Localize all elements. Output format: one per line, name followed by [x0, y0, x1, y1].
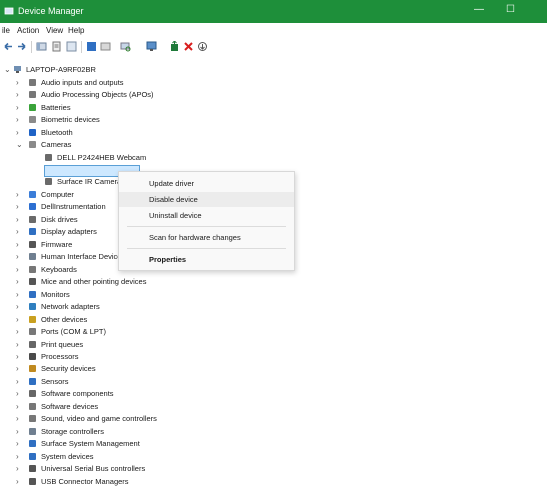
chevron-right-icon[interactable]: ›	[16, 315, 19, 324]
chevron-down-icon[interactable]: ⌄	[16, 140, 23, 149]
computer-icon	[29, 191, 36, 198]
scan-hardware-icon[interactable]	[120, 41, 131, 52]
toolbar-divider	[31, 41, 32, 53]
chevron-right-icon[interactable]: ›	[16, 340, 19, 349]
software-icon	[29, 402, 36, 410]
usb-icon	[29, 477, 36, 485]
menu-item-properties[interactable]: Properties	[119, 252, 294, 267]
chevron-right-icon[interactable]: ›	[16, 265, 19, 274]
dell-icon	[29, 203, 36, 211]
chevron-right-icon[interactable]: ›	[16, 128, 19, 137]
port-icon	[29, 328, 36, 335]
window-title: Device Manager	[18, 6, 84, 16]
system-icon	[29, 452, 36, 460]
menu-item-disable-device[interactable]: Disable device	[119, 192, 294, 207]
action-pane-icon[interactable]	[86, 41, 97, 52]
chevron-right-icon[interactable]: ›	[16, 190, 19, 199]
monitor-icon	[29, 290, 36, 298]
speaker-icon	[29, 415, 36, 423]
chevron-right-icon[interactable]: ›	[16, 427, 19, 436]
forward-icon[interactable]	[16, 41, 27, 52]
context-menu: Update driver Disable device Uninstall d…	[118, 171, 295, 271]
chevron-right-icon[interactable]: ›	[16, 452, 19, 461]
chevron-right-icon[interactable]: ›	[16, 327, 19, 336]
disk-icon	[29, 215, 36, 223]
webcam-icon	[45, 178, 52, 186]
minimize-button[interactable]: —	[474, 4, 484, 15]
menu-item-uninstall-device[interactable]: Uninstall device	[119, 208, 294, 223]
menu-bar: ile Action View Help	[0, 24, 547, 38]
chevron-right-icon[interactable]: ›	[16, 202, 19, 211]
chevron-right-icon[interactable]: ›	[16, 389, 19, 398]
device-manager-icon	[4, 7, 14, 15]
enable-device-icon[interactable]	[197, 41, 208, 52]
uninstall-device-icon[interactable]	[183, 41, 194, 52]
chevron-right-icon[interactable]: ›	[16, 215, 19, 224]
chevron-right-icon[interactable]: ›	[16, 277, 19, 286]
menu-help[interactable]: Help	[68, 26, 84, 35]
chevron-right-icon[interactable]: ›	[16, 364, 19, 373]
security-icon	[29, 365, 36, 373]
properties-icon[interactable]	[51, 41, 62, 52]
fingerprint-icon	[29, 116, 36, 124]
printer-icon	[29, 340, 36, 348]
computer-icon	[14, 66, 21, 73]
chevron-right-icon[interactable]: ›	[16, 439, 19, 448]
component-icon	[29, 390, 36, 398]
keyboard-icon	[29, 265, 36, 273]
bluetooth-icon	[29, 128, 36, 136]
camera-icon	[29, 141, 36, 148]
sensor-icon	[29, 378, 36, 385]
display-device-icon[interactable]	[146, 41, 157, 52]
chevron-right-icon[interactable]: ›	[16, 115, 19, 124]
chevron-right-icon[interactable]: ›	[16, 90, 19, 99]
maximize-button[interactable]: ☐	[506, 4, 515, 15]
chevron-right-icon[interactable]: ›	[16, 78, 19, 87]
menu-item-update-driver[interactable]: Update driver	[119, 176, 294, 191]
chevron-right-icon[interactable]: ›	[16, 240, 19, 249]
help-icon[interactable]	[66, 41, 77, 52]
network-icon	[29, 303, 36, 311]
chevron-right-icon[interactable]: ›	[16, 414, 19, 423]
mouse-icon	[29, 278, 36, 286]
device-list-icon[interactable]	[100, 41, 111, 52]
processor-icon	[29, 353, 36, 360]
chevron-right-icon[interactable]: ›	[16, 290, 19, 299]
firmware-icon	[29, 240, 36, 248]
back-icon[interactable]	[3, 41, 14, 52]
update-driver-icon[interactable]	[169, 41, 180, 52]
chevron-right-icon[interactable]: ›	[16, 103, 19, 112]
chevron-right-icon[interactable]: ›	[16, 477, 19, 486]
usb-icon	[29, 465, 36, 473]
chevron-down-icon[interactable]: ⌄	[4, 65, 11, 74]
title-bar: Device Manager — ☐	[0, 0, 547, 23]
menu-divider	[127, 226, 286, 227]
speaker-icon	[29, 78, 36, 86]
surface-icon	[29, 440, 36, 448]
chevron-right-icon[interactable]: ›	[16, 464, 19, 473]
menu-view[interactable]: View	[46, 26, 63, 35]
hid-icon	[29, 253, 36, 261]
unknown-device-icon	[29, 315, 36, 323]
show-hide-console-tree-icon[interactable]	[36, 41, 47, 52]
menu-action[interactable]: Action	[17, 26, 39, 35]
menu-divider	[127, 248, 286, 249]
chevron-right-icon[interactable]: ›	[16, 402, 19, 411]
chevron-right-icon[interactable]: ›	[16, 252, 19, 261]
chevron-right-icon[interactable]: ›	[16, 302, 19, 311]
toolbar	[0, 38, 547, 56]
chevron-right-icon[interactable]: ›	[16, 352, 19, 361]
chevron-right-icon[interactable]: ›	[16, 377, 19, 386]
menu-file[interactable]: ile	[2, 26, 10, 35]
battery-icon	[29, 103, 36, 111]
webcam-icon	[45, 153, 52, 161]
display-icon	[29, 228, 36, 236]
chevron-right-icon[interactable]: ›	[16, 227, 19, 236]
speaker-icon	[29, 91, 36, 99]
menu-item-scan-hardware[interactable]: Scan for hardware changes	[119, 230, 294, 245]
storage-icon	[29, 427, 36, 435]
toolbar-divider	[81, 41, 82, 53]
